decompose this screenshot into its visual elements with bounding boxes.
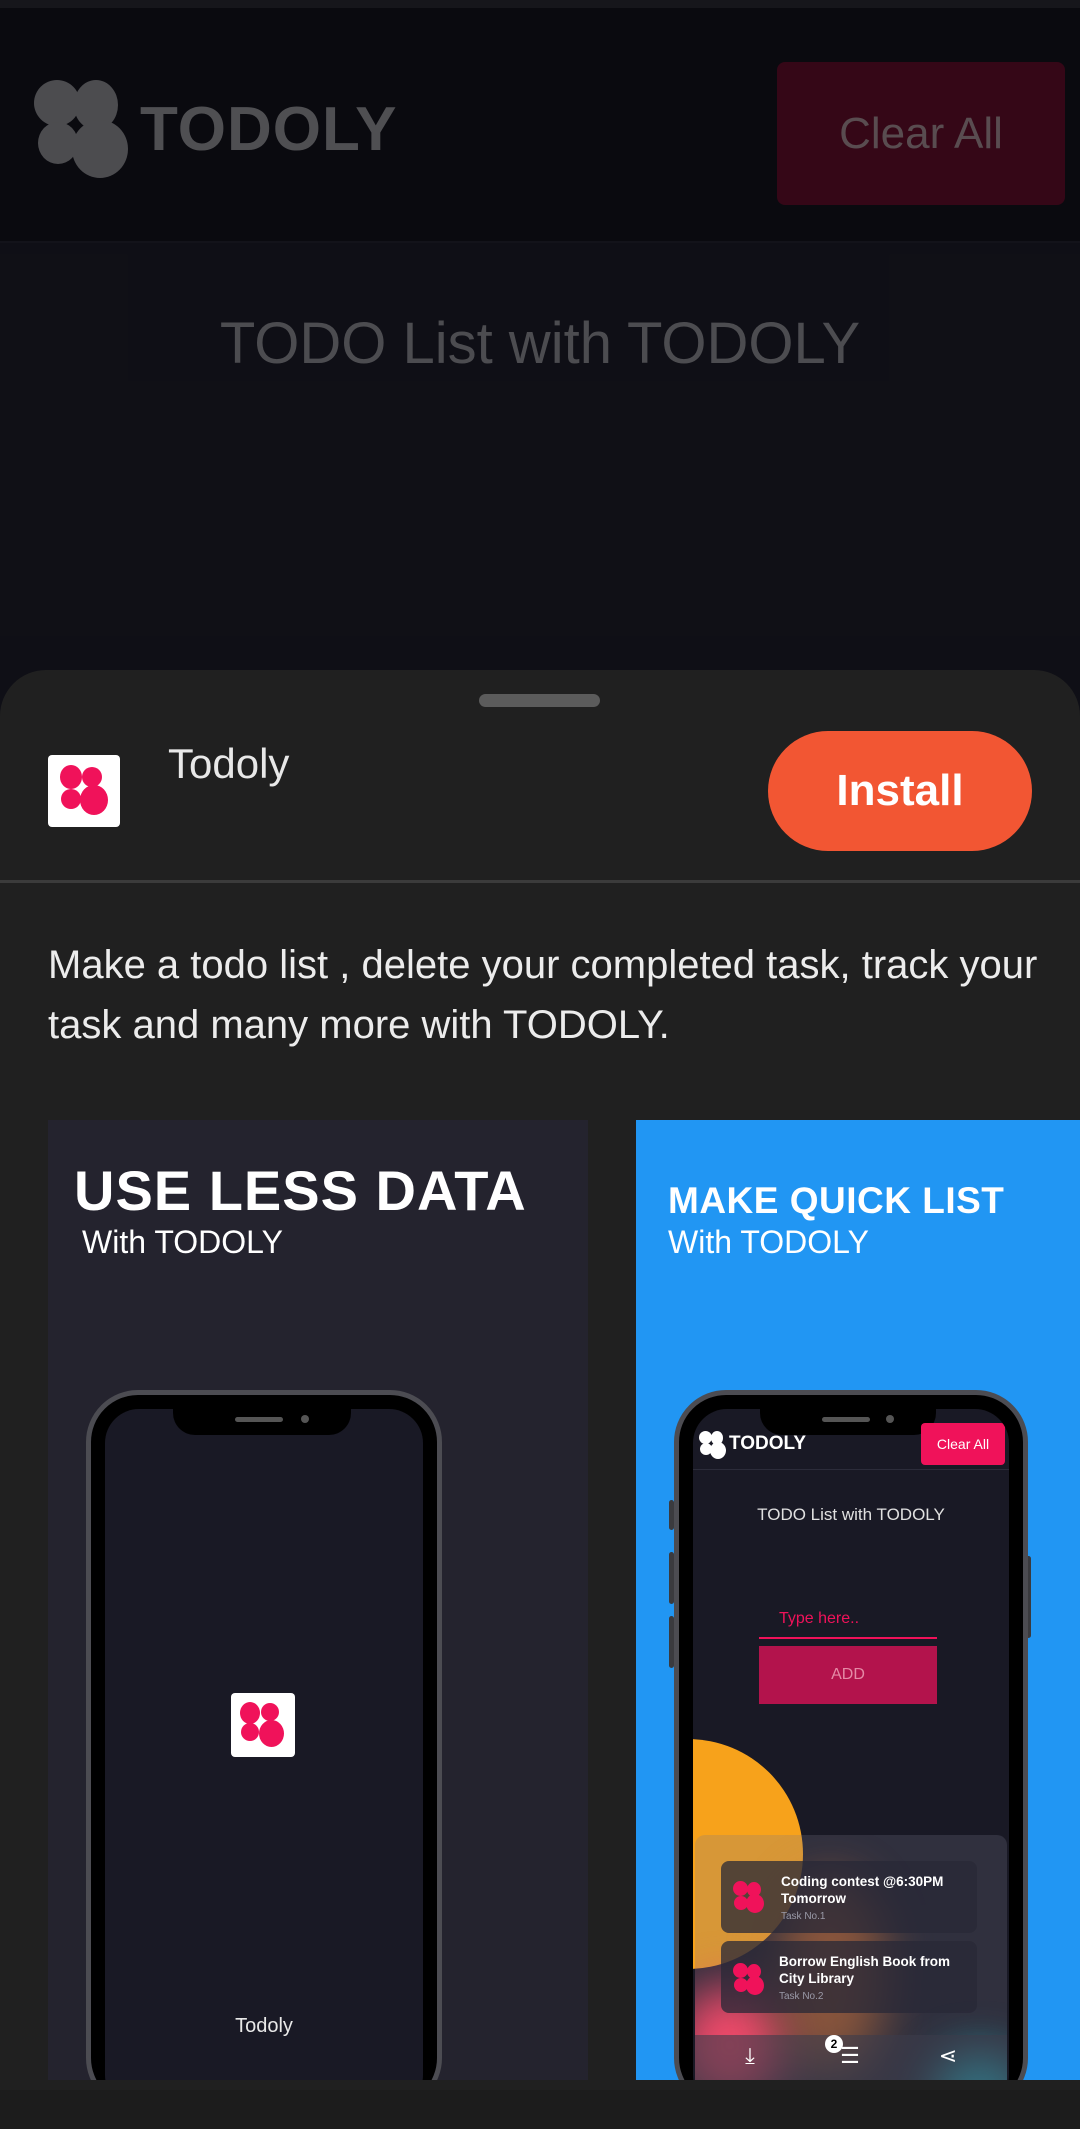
mini-page-title: TODO List with TODOLY [757,1505,945,1524]
phone-notch [173,1409,351,1435]
task-logo-icon [733,1963,765,1995]
mini-input-underline [759,1637,937,1639]
mini-header-divider [693,1469,1009,1470]
app-description: Make a todo list , delete your completed… [48,943,1038,1047]
phone-screen: Todoly [105,1409,423,2080]
camera [886,1415,894,1423]
mini-task-text: Coding contest @6:30PM Tomorrow [781,1874,944,1906]
mini-task-sub: Task No.1 [781,1911,826,1922]
app-name: Todoly [168,740,290,787]
screenshot-subline: With TODOLY [82,1224,283,1260]
divider [0,880,1080,883]
mini-add-button: ADD [759,1646,937,1704]
app-icon [48,755,120,827]
mini-count-badge: 2 [825,2035,843,2053]
logo-icon [231,1693,295,1757]
mini-tab-bar: ⤓ ☰ 2 ⋖ [695,2035,1007,2080]
screenshot-headline: MAKE QUICK LIST [668,1180,1005,1221]
screenshot-1[interactable]: USE LESS DATA With TODOLY Todoly [48,1120,588,2080]
sheet-drag-handle[interactable] [479,694,600,707]
screenshot-headline: USE LESS DATA [74,1159,527,1222]
phone-mockup: Todoly [86,1390,442,2080]
phone-mockup: TODOLY Clear All TODO List with TODOLY T… [674,1390,1028,2080]
phone-notch [760,1409,936,1435]
mini-task-panel: Coding contest @6:30PM Tomorrow Task No.… [695,1835,1007,2080]
mini-task-text: Borrow English Book from City Library [779,1954,951,1986]
mini-task-card: Coding contest @6:30PM Tomorrow Task No.… [721,1861,977,1933]
screenshot-subline: With TODOLY [668,1224,869,1260]
task-logo-icon [733,1881,765,1913]
install-button[interactable]: Install [768,731,1032,851]
phone-screen: TODOLY Clear All TODO List with TODOLY T… [693,1409,1009,2080]
todoly-logo-icon [699,1431,727,1459]
mini-clear-all-button: Clear All [921,1423,1005,1465]
share-icon: ⋖ [938,2043,958,2068]
download-icon: ⤓ [745,2043,755,2068]
mini-brand: TODOLY [729,1433,807,1454]
screenshot-carousel[interactable]: USE LESS DATA With TODOLY Todoly MAKE QU… [0,1120,1080,2080]
camera [301,1415,309,1423]
nav-bar [0,2090,1080,2129]
mini-task-card: Borrow English Book from City Library Ta… [721,1941,977,2013]
speaker [822,1417,870,1422]
mini-task-sub: Task No.2 [779,1991,824,2002]
splash-app-icon [231,1693,295,1757]
splash-app-name: Todoly [235,2015,293,2037]
speaker [235,1417,283,1422]
install-sheet: Todoly Install Make a todo list , delete… [0,670,1080,2129]
screenshot-2[interactable]: MAKE QUICK LIST With TODOLY TODOLY Clear… [636,1120,1080,2080]
screen: TODOLY Clear All TODO List with TODOLY T… [0,0,1080,2129]
mini-input-placeholder: Type here.. [779,1610,860,1627]
